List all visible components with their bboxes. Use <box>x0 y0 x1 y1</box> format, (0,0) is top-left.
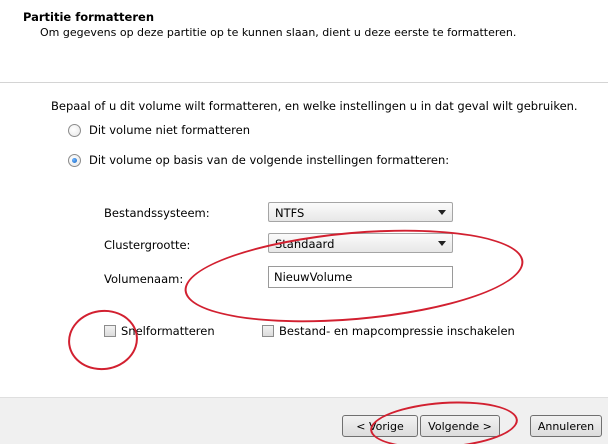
filesystem-label: Bestandssysteem: <box>104 206 210 220</box>
instruction-text: Bepaal of u dit volume wilt formatteren,… <box>51 99 578 113</box>
wizard-body: Bepaal of u dit volume wilt formatteren,… <box>0 83 608 397</box>
chevron-down-icon <box>438 210 446 215</box>
wizard-footer: < Vorige Volgende > Annuleren <box>0 397 608 444</box>
quick-format-option[interactable]: Snelformatteren <box>104 324 215 338</box>
page-title: Partitie formatteren <box>23 10 155 24</box>
quick-format-label: Snelformatteren <box>121 324 215 338</box>
cancel-button[interactable]: Annuleren <box>530 415 602 437</box>
cluster-size-label: Clustergrootte: <box>104 238 191 252</box>
format-partition-dialog: Partitie formatteren Om gegevens op deze… <box>0 0 608 444</box>
filesystem-select[interactable]: NTFS <box>268 202 453 222</box>
compression-option[interactable]: Bestand- en mapcompressie inschakelen <box>262 324 515 338</box>
back-button[interactable]: < Vorige <box>342 415 418 437</box>
radio-format-label: Dit volume op basis van de volgende inst… <box>89 153 450 167</box>
quick-format-checkbox[interactable] <box>104 325 116 337</box>
cluster-size-value: Standaard <box>275 237 335 251</box>
cluster-size-select[interactable]: Standaard <box>268 233 453 253</box>
wizard-header: Partitie formatteren Om gegevens op deze… <box>0 0 608 82</box>
radio-no-format-label: Dit volume niet formatteren <box>89 123 250 137</box>
page-subtitle: Om gegevens op deze partitie op te kunne… <box>40 26 517 39</box>
radio-button-format[interactable] <box>68 153 81 167</box>
volume-name-value: NieuwVolume <box>274 270 353 284</box>
volume-name-input[interactable]: NieuwVolume <box>268 266 453 288</box>
volume-name-label: Volumenaam: <box>104 272 184 286</box>
next-button[interactable]: Volgende > <box>420 415 500 437</box>
filesystem-value: NTFS <box>275 206 305 220</box>
radio-button-no-format[interactable] <box>68 123 81 137</box>
compression-checkbox[interactable] <box>262 325 274 337</box>
radio-no-format[interactable]: Dit volume niet formatteren <box>68 123 250 137</box>
compression-label: Bestand- en mapcompressie inschakelen <box>279 324 515 338</box>
radio-format[interactable]: Dit volume op basis van de volgende inst… <box>68 153 449 167</box>
chevron-down-icon <box>438 241 446 246</box>
